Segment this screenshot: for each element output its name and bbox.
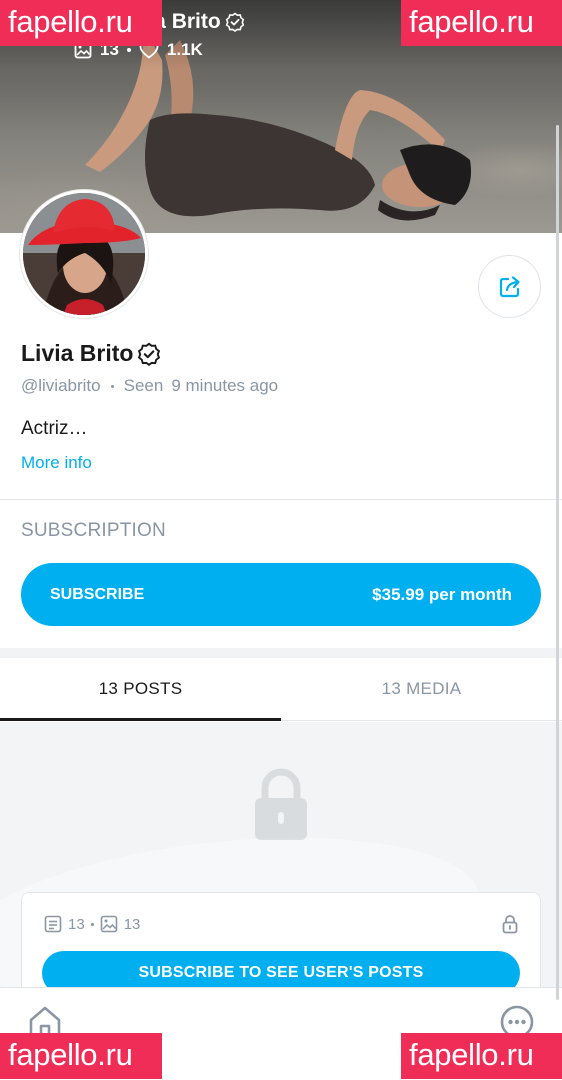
stats-separator — [126, 48, 131, 52]
header-likes-count: 1.1K — [166, 40, 203, 59]
share-button[interactable] — [478, 255, 541, 318]
stats-separator — [90, 922, 94, 926]
subscription-price: $35.99 per month — [372, 584, 512, 604]
subscribe-button-label: SUBSCRIBE — [50, 585, 145, 603]
meta-separator — [110, 384, 114, 388]
locked-media-count: 13 — [123, 915, 141, 933]
share-icon — [499, 275, 520, 297]
verified-badge-icon — [225, 12, 244, 32]
avatar[interactable] — [20, 190, 148, 318]
profile-meta: @liviabrito Seen 9 minutes ago — [21, 376, 278, 396]
locked-posts-card: 13 13 SUBSCRIBE TO SEE USER'S POSTS — [21, 892, 541, 1002]
content-tabs: 13 POSTS 13 MEDIA — [0, 658, 562, 721]
watermark-top-left: fapello.ru — [0, 0, 162, 46]
scrollbar[interactable] — [556, 125, 559, 1000]
lock-icon — [502, 915, 518, 934]
post-icon — [44, 915, 62, 933]
section-divider — [0, 499, 562, 500]
tab-posts[interactable]: 13 POSTS — [0, 658, 281, 721]
watermark-top-right: fapello.ru — [401, 0, 562, 46]
verified-badge-icon — [138, 342, 161, 366]
tab-media[interactable]: 13 MEDIA — [281, 658, 562, 720]
profile-bio: Actriz… — [21, 418, 88, 439]
section-gap — [0, 648, 562, 658]
profile-handle: @liviabrito — [21, 376, 101, 395]
profile-name: Livia Brito — [21, 340, 161, 367]
locked-posts-count: 13 — [68, 915, 85, 933]
lock-icon — [255, 768, 307, 840]
watermark-bottom-left: fapello.ru — [0, 1033, 162, 1079]
subscribe-button[interactable]: SUBSCRIBE $35.99 per month — [21, 563, 541, 626]
watermark-bottom-right: fapello.ru — [401, 1033, 562, 1079]
subscription-heading: SUBSCRIPTION — [21, 520, 166, 541]
seen-label: Seen — [123, 376, 164, 395]
profile-name-text: Livia Brito — [21, 340, 134, 366]
locked-card-stats: 13 13 — [44, 915, 140, 933]
seen-time: 9 minutes ago — [171, 376, 279, 395]
avatar-image — [23, 193, 145, 315]
more-info-link[interactable]: More info — [21, 453, 92, 473]
image-icon — [100, 915, 117, 933]
